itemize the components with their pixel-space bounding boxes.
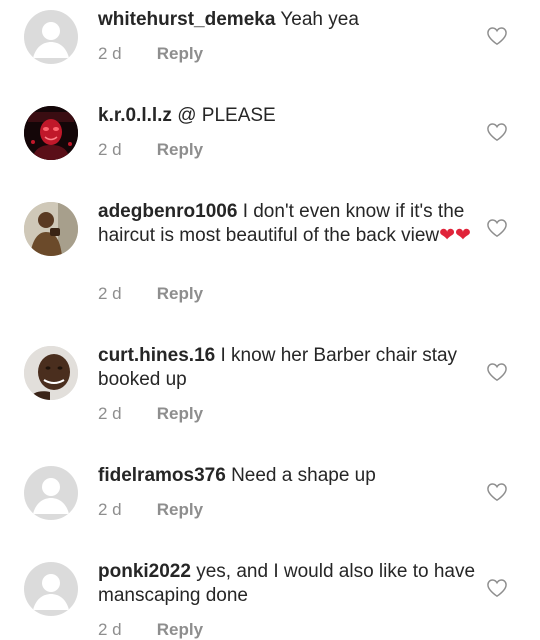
default-avatar-icon[interactable]: [24, 10, 78, 64]
comment-timestamp: 2 d: [98, 620, 122, 639]
comment-username[interactable]: curt.hines.16: [98, 345, 215, 366]
user-photo-avatar[interactable]: [24, 202, 78, 256]
heart-icon[interactable]: [486, 362, 508, 382]
comment-timestamp: 2 d: [98, 44, 122, 63]
comment-text: @ PLEASE: [177, 105, 276, 126]
reply-button[interactable]: Reply: [157, 284, 203, 303]
comment-body: ponki2022 yes, and I would also like to …: [98, 560, 480, 608]
default-avatar-icon[interactable]: [24, 466, 78, 520]
comment-timestamp: 2 d: [98, 140, 122, 159]
comment-meta: 2 d Reply: [98, 44, 203, 64]
comment-username[interactable]: k.r.0.l.l.z: [98, 105, 172, 126]
reply-button[interactable]: Reply: [157, 140, 203, 159]
comment-username[interactable]: ponki2022: [98, 561, 191, 582]
heart-icon[interactable]: [486, 218, 508, 238]
heart-icon[interactable]: [486, 26, 508, 46]
comment-meta: 2 d Reply: [98, 404, 203, 424]
reply-button[interactable]: Reply: [157, 500, 203, 519]
comment-username[interactable]: adegbenro1006: [98, 201, 237, 222]
comment-body: curt.hines.16 I know her Barber chair st…: [98, 344, 480, 392]
comment-timestamp: 2 d: [98, 284, 122, 303]
comment-timestamp: 2 d: [98, 404, 122, 423]
comment-meta: 2 d Reply: [98, 620, 203, 640]
default-avatar-icon[interactable]: [24, 562, 78, 616]
comment-body: whitehurst_demeka Yeah yea: [98, 8, 480, 32]
comment-body: fidelramos376 Need a shape up: [98, 464, 480, 488]
comment-meta: 2 d Reply: [98, 500, 203, 520]
comment-text: Need a shape up: [231, 465, 376, 486]
comment-timestamp: 2 d: [98, 500, 122, 519]
reply-button[interactable]: Reply: [157, 44, 203, 63]
reply-button[interactable]: Reply: [157, 404, 203, 423]
comment-meta: 2 d Reply: [98, 140, 203, 160]
comment-username[interactable]: whitehurst_demeka: [98, 9, 275, 30]
user-photo-avatar[interactable]: [24, 106, 78, 160]
user-photo-avatar[interactable]: [24, 346, 78, 400]
heart-icon[interactable]: [486, 122, 508, 142]
heart-icon[interactable]: [486, 482, 508, 502]
heart-emoji: ❤❤: [439, 225, 471, 246]
comment-body: k.r.0.l.l.z @ PLEASE: [98, 104, 480, 128]
comment-username[interactable]: fidelramos376: [98, 465, 226, 486]
heart-icon[interactable]: [486, 578, 508, 598]
comment-meta: 2 d Reply: [98, 284, 203, 304]
comment-body: adegbenro1006 I don't even know if it's …: [98, 200, 480, 248]
comment-text: Yeah yea: [280, 9, 359, 30]
